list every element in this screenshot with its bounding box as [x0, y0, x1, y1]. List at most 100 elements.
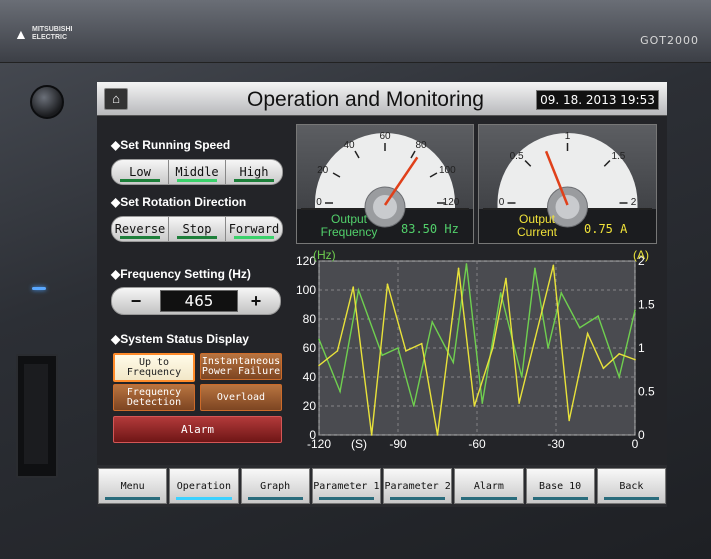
series-1-point: [602, 367, 605, 370]
speed-high-button[interactable]: High: [226, 160, 282, 184]
current-gauge-tick-label: 0: [499, 197, 505, 208]
rotation-stop-button[interactable]: Stop: [169, 217, 226, 241]
series-0-point: [481, 402, 484, 404]
series-0-point: [520, 376, 523, 378]
series-0-point: [578, 326, 581, 329]
title-bar: ⌂ Operation and Monitoring 09. 18. 2013 …: [97, 82, 667, 116]
mitsubishi-logo-icon: ▲: [14, 26, 28, 42]
y-right-tick-label: 1.5: [638, 298, 655, 312]
speed-middle-button[interactable]: Middle: [169, 160, 226, 184]
series-0-point: [499, 292, 502, 294]
x-tick-label: -60: [468, 437, 486, 451]
brand-logo: ▲ MITSUBISHI ELECTRIC: [14, 26, 72, 42]
frequency-gauge-value: 83.50 Hz: [401, 222, 459, 236]
nav-parameter-1-button[interactable]: Parameter 1: [311, 468, 381, 504]
y-left-tick-label: 60: [303, 341, 317, 355]
power-failure-indicator: Instantaneous Power Failure: [200, 353, 282, 380]
current-gauge-tick-label: 0.5: [510, 151, 524, 162]
status-title: ◆System Status Display: [111, 332, 249, 346]
series-0-point: [465, 263, 468, 265]
hardware-knob[interactable]: [30, 85, 64, 119]
nav-graph-button[interactable]: Graph: [240, 468, 310, 504]
frequency-value-input[interactable]: 465: [160, 290, 238, 312]
series-0-point: [339, 390, 341, 393]
current-gauge-value: 0.75 A: [584, 222, 628, 236]
series-0-point: [547, 347, 549, 349]
y-right-tick-label: 1: [638, 341, 645, 355]
frequency-gauge-tick-label: 80: [415, 140, 427, 151]
frequency-gauge-tick-label: 120: [443, 197, 460, 208]
series-0-point: [431, 321, 434, 323]
series-0-point: [560, 292, 563, 294]
up-to-frequency-label: Up to Frequency: [126, 356, 182, 378]
series-1-point: [405, 350, 407, 352]
frequency-gauge-tick-label: 100: [439, 165, 456, 176]
rotation-selector: Reverse Stop Forward: [111, 216, 283, 242]
series-1-point: [586, 332, 589, 335]
series-0-point: [534, 267, 536, 270]
x-tick-label: 0: [632, 437, 639, 451]
series-0-point: [357, 289, 360, 291]
series-1-point: [534, 338, 536, 341]
power-failure-label: Instantaneous Power Failure: [201, 355, 281, 377]
nav-menu-button[interactable]: Menu: [98, 468, 168, 504]
current-gauge-label: Output Current: [516, 212, 557, 239]
page-title: Operation and Monitoring: [247, 88, 484, 111]
series-1-point: [568, 419, 570, 422]
rotation-forward-button[interactable]: Forward: [226, 217, 282, 241]
hmi-screen: ⌂ Operation and Monitoring 09. 18. 2013 …: [97, 82, 667, 507]
datetime-display: 09. 18. 2013 19:53: [536, 90, 659, 110]
rotation-title: ◆Set Rotation Direction: [111, 195, 247, 209]
rotation-reverse-button[interactable]: Reverse: [112, 217, 169, 241]
frequency-gauge-label: Output Frequency: [320, 212, 378, 239]
series-1-point: [473, 405, 476, 407]
running-speed-selector: Low Middle High: [111, 159, 283, 185]
y-left-tick-label: 20: [303, 399, 317, 413]
overload-indicator: Overload: [200, 384, 282, 411]
y-right-tick-label: 0: [638, 428, 645, 442]
nav-parameter-2-button[interactable]: Parameter 2: [383, 468, 453, 504]
series-1-point: [370, 434, 373, 436]
nav-base-10-button[interactable]: Base 10: [525, 468, 595, 504]
current-gauge-tick-label: 2: [631, 197, 637, 208]
y-left-unit: (Hz): [313, 249, 336, 262]
series-1-point: [518, 402, 520, 404]
status-led: [32, 287, 46, 290]
y-right-unit: (A): [633, 249, 649, 262]
series-1-point: [336, 350, 339, 352]
x-tick-label: -90: [389, 437, 407, 451]
y-left-tick-label: 80: [303, 312, 317, 326]
series-1-point: [318, 364, 320, 367]
frequency-setting-title: ◆Frequency Setting (Hz): [111, 267, 251, 281]
series-1-point: [618, 353, 620, 355]
series-0-point: [413, 405, 415, 407]
frequency-gauge-tick-label: 60: [379, 131, 391, 142]
card-slot: [16, 354, 58, 478]
current-gauge-tick-label: 1.5: [611, 151, 625, 162]
series-1-point: [552, 264, 555, 267]
x-tick-label: -120: [307, 437, 331, 451]
series-0-point: [381, 354, 383, 357]
speed-low-button[interactable]: Low: [112, 160, 169, 184]
frequency-gauge: 0 20 40 60 80 100 120 Output Frequency 83.50 H…: [296, 124, 474, 244]
frequency-detection-indicator: Frequency Detection: [113, 384, 195, 411]
nav-operation-button[interactable]: Operation: [169, 468, 239, 504]
series-1-point: [436, 434, 439, 436]
home-icon[interactable]: ⌂: [104, 88, 128, 110]
series-1-point: [352, 286, 355, 288]
alarm-indicator: Alarm: [113, 416, 282, 443]
nav-alarm-button[interactable]: Alarm: [454, 468, 524, 504]
current-gauge-tick-label: 1: [565, 131, 571, 142]
frequency-stepper: − 465 +: [111, 287, 281, 315]
series-1-point: [505, 277, 507, 280]
series-1-point: [420, 342, 423, 345]
decrease-button[interactable]: −: [120, 288, 152, 314]
top-strip: ▲ MITSUBISHI ELECTRIC GOT2000: [0, 0, 711, 63]
alarm-label: Alarm: [180, 422, 215, 436]
series-0-point: [597, 315, 599, 317]
increase-button[interactable]: +: [240, 288, 272, 314]
frequency-gauge-tick-label: 20: [317, 165, 329, 176]
series-0-point: [397, 347, 399, 349]
nav-back-button[interactable]: Back: [596, 468, 666, 504]
series-0-point: [318, 338, 320, 341]
